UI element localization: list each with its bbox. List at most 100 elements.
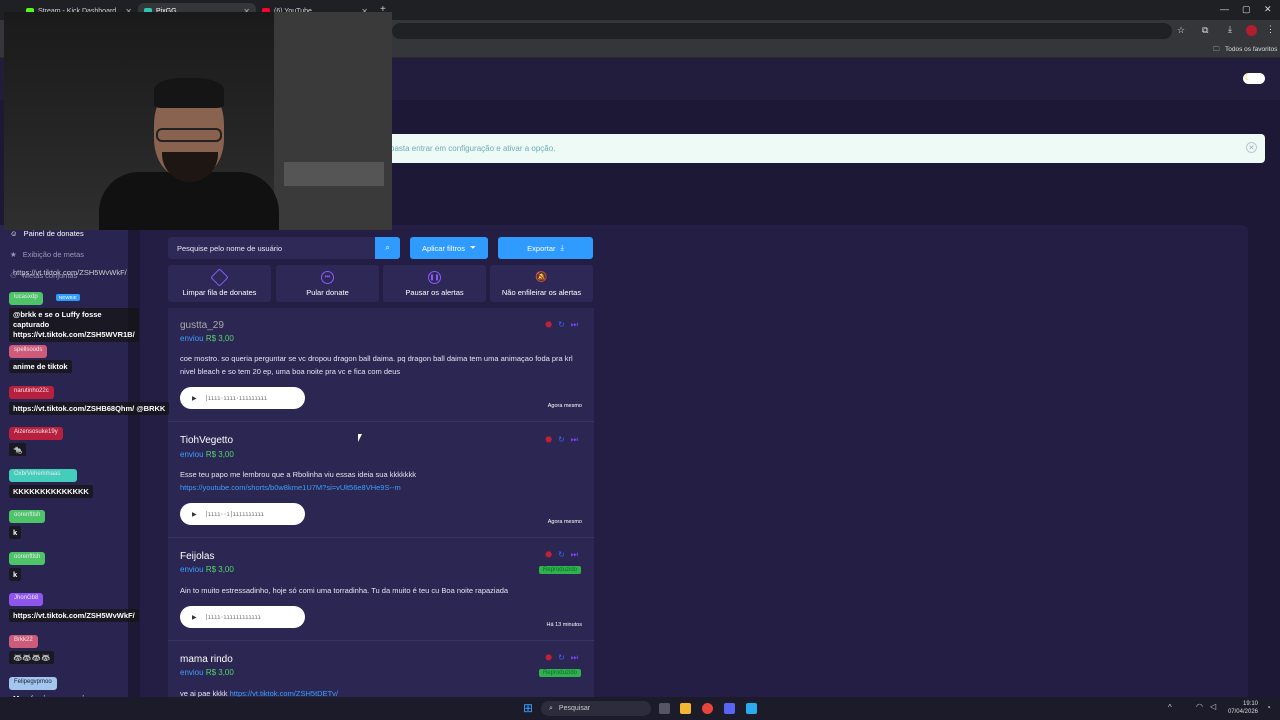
donation-card: gustta_29 enviou R$ 3,00 ⬣ ↻ ⏭ coe mostr… <box>168 308 594 422</box>
block-icon[interactable]: ⬣ <box>545 550 552 560</box>
taskbar-search[interactable]: ⌕ Pesquisar <box>541 701 651 716</box>
waveform[interactable]: |ıııı··ı|ıııııııııı <box>205 511 265 518</box>
taskbar-search-label: Pesquisar <box>558 705 591 712</box>
chat-message: anime de tiktok <box>9 360 72 373</box>
waveform[interactable]: |ıııı·ıııııııııııı <box>205 614 262 621</box>
telegram-icon[interactable] <box>746 703 757 714</box>
chat-message: 🐀 <box>9 443 27 456</box>
skip-icon[interactable]: ⏭ <box>571 550 578 560</box>
chat-username: OxbrVehemmaas <box>9 469 77 482</box>
clock-date: 07/04/2026 <box>1227 709 1258 715</box>
replay-icon[interactable]: ↻ <box>558 550 565 560</box>
message-link[interactable]: https://youtube.com/shorts/b0w8kme1U7M?s… <box>180 483 401 492</box>
search-placeholder: Pesquise pelo nome de usuário <box>177 243 283 253</box>
tray-chevron-icon[interactable]: ^ <box>1168 703 1172 712</box>
chat-username: oorenftlsh <box>9 510 46 523</box>
replay-icon[interactable]: ↻ <box>558 435 565 445</box>
action-label: Pular donate <box>306 287 349 297</box>
replay-icon[interactable]: ↻ <box>558 320 565 330</box>
extensions-icon[interactable]: ⧉ <box>1202 25 1208 36</box>
skip-icon[interactable]: ⏭ <box>571 653 578 663</box>
chat-username: JhonGb8 <box>9 593 44 606</box>
search-button[interactable]: ⌕ <box>375 237 400 259</box>
sidebar-item-goals[interactable]: ★ Exibição de metas <box>10 250 84 259</box>
donation-amount-line: enviou R$ 3,00 <box>180 668 234 677</box>
amount: R$ 3,00 <box>205 565 234 574</box>
donation-card: mama rindo enviou R$ 3,00 ⬣ ↻ ⏭ Reproduz… <box>168 641 594 698</box>
play-icon[interactable]: ▶ <box>192 395 197 402</box>
eraser-icon <box>210 267 229 287</box>
action-label: Pausar os alertas <box>405 287 464 297</box>
audio-player[interactable]: ▶ |ıııı··ı|ıııııııııı <box>180 503 305 525</box>
action-label: Não enfileirar os alertas <box>501 287 582 297</box>
donate-icon: ☺ <box>10 229 18 238</box>
webcam-overlay <box>4 12 392 230</box>
donation-message: Ain to muito estressadinho, hoje só comi… <box>180 586 509 595</box>
search-input[interactable]: Pesquise pelo nome de usuário <box>168 237 376 259</box>
chrome-icon[interactable] <box>702 703 713 714</box>
amount: R$ 3,00 <box>205 450 234 459</box>
sidebar-item-label: Exibição de metas <box>22 250 85 259</box>
donation-time: Agora mesmo <box>547 519 582 525</box>
url-input[interactable] <box>392 23 1172 39</box>
taskview-icon[interactable] <box>659 703 670 714</box>
message-text: Esse teu papo me lembrou que a Rbolinha … <box>180 470 416 479</box>
download-icon[interactable]: ⤓ <box>1228 24 1232 35</box>
donation-message: Esse teu papo me lembrou que a Rbolinha … <box>180 468 580 494</box>
apply-filters-button[interactable]: Aplicar filtros ⏷ <box>410 237 488 259</box>
wifi-icon[interactable]: ◠ <box>1196 702 1203 711</box>
bookmark-star-icon[interactable]: ☆ <box>1177 25 1185 36</box>
info-banner: basta entrar em configuração e ativar a … <box>380 134 1265 163</box>
maximize-icon[interactable]: ▢ <box>1242 4 1251 15</box>
replay-icon[interactable]: ↻ <box>558 653 565 663</box>
audio-player[interactable]: ▶ |ıııı·ıııı·ııııııııı <box>180 387 305 409</box>
bell-off-icon: 🔕 <box>535 271 548 283</box>
windows-start-icon[interactable]: ⊞ <box>523 702 533 714</box>
block-icon[interactable]: ⬣ <box>545 320 552 330</box>
taskbar: ⊞ ⌕ Pesquisar ^ ◠ ◁ 19:10 07/04/2026 ◔ <box>0 697 1280 720</box>
sent-label: enviou <box>180 334 204 343</box>
system-clock[interactable]: 19:10 07/04/2026 <box>1228 700 1258 716</box>
menu-icon[interactable]: ⋮ <box>1266 24 1275 35</box>
chat-message: k <box>9 526 22 539</box>
discord-icon[interactable] <box>724 703 735 714</box>
amount: R$ 3,00 <box>205 668 234 677</box>
folder-icon: 🗀 <box>1213 46 1220 53</box>
chat-username: Aizensosuke19y <box>9 427 63 440</box>
chat-username: Brkk22 <box>9 635 38 648</box>
all-bookmarks-link[interactable]: Todos os favoritos <box>1225 46 1277 53</box>
skip-icon: ⏭ <box>321 270 334 284</box>
audio-player[interactable]: ▶ |ıııı·ıııııııııııı <box>180 606 305 628</box>
chat-message: https://vt.tiktok.com/ZSH5WvWkF/ <box>13 268 127 277</box>
donor-name: TiohVegetto <box>180 435 234 446</box>
chat-message: 🦝🦝🦝🦝 <box>9 651 55 664</box>
close-window-icon[interactable]: ✕ <box>1264 4 1272 15</box>
pause-alerts-button[interactable]: ❚❚ Pausar os alertas <box>383 265 486 302</box>
card-actions: ⬣ ↻ ⏭ <box>545 653 578 663</box>
close-icon[interactable]: ✕ <box>1246 142 1257 153</box>
skip-icon[interactable]: ⏭ <box>571 320 578 330</box>
sidebar-item-donates[interactable]: ☺ Painel de donates <box>10 229 84 238</box>
skip-icon[interactable]: ⏭ <box>571 435 578 445</box>
notifications-icon[interactable]: ◔ <box>1266 703 1271 712</box>
chat-message: KKKKKKKKKKKKKK <box>9 485 93 498</box>
card-actions: ⬣ ↻ ⏭ <box>545 320 578 330</box>
waveform[interactable]: |ıııı·ıııı·ııııııııı <box>205 395 268 402</box>
export-button[interactable]: Exportar ⤓ <box>498 237 593 259</box>
play-icon[interactable]: ▶ <box>192 614 197 621</box>
profile-avatar[interactable] <box>1246 25 1257 36</box>
donation-amount-line: enviou R$ 3,00 <box>180 565 234 574</box>
volume-icon[interactable]: ◁ <box>1210 702 1216 711</box>
no-queue-alerts-button[interactable]: 🔕 Não enfileirar os alertas <box>490 265 593 302</box>
minimize-icon[interactable]: — <box>1220 4 1229 14</box>
skip-donate-button[interactable]: ⏭ Pular donate <box>276 265 379 302</box>
play-icon[interactable]: ▶ <box>192 511 197 518</box>
background-shelf <box>284 162 384 186</box>
streamer-hair <box>154 78 224 108</box>
file-explorer-icon[interactable] <box>680 703 691 714</box>
donation-time: Há 13 minutos <box>546 622 582 628</box>
block-icon[interactable]: ⬣ <box>545 653 552 663</box>
block-icon[interactable]: ⬣ <box>545 435 552 445</box>
newbie-badge: NEWBIE <box>56 294 80 301</box>
clear-queue-button[interactable]: Limpar fila de donates <box>168 265 271 302</box>
